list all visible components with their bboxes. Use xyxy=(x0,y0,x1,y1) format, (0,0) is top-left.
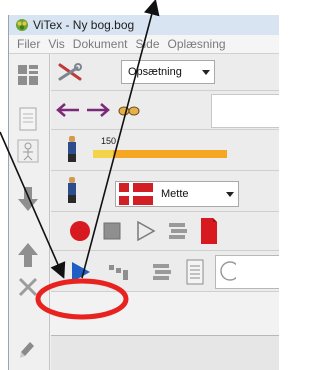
speed-value: 150 xyxy=(101,136,117,146)
move-down-button[interactable] xyxy=(13,184,43,214)
chevron-down-icon xyxy=(202,70,210,75)
close-x-icon xyxy=(18,277,38,297)
move-up-button[interactable] xyxy=(13,240,43,270)
arrow-down-icon xyxy=(18,187,38,211)
step-button[interactable] xyxy=(107,260,135,282)
setup-dropdown[interactable]: Opsætning xyxy=(121,60,215,84)
red-document-button[interactable] xyxy=(199,216,219,246)
menu-vis[interactable]: Vis xyxy=(48,37,64,51)
tools-button[interactable] xyxy=(57,60,83,84)
read-button[interactable] xyxy=(117,100,141,120)
recording-row xyxy=(51,212,279,251)
application-window: ViTex - Ny bog.bog Filer Vis Dokument Si… xyxy=(8,15,279,370)
play-button[interactable] xyxy=(67,259,93,285)
page-icon xyxy=(19,107,37,131)
grid-icon xyxy=(18,65,38,85)
wrench-icon xyxy=(58,63,82,81)
lines-icon xyxy=(169,223,187,239)
person-icon xyxy=(17,139,39,163)
record-button[interactable] xyxy=(69,220,91,242)
glasses-icon xyxy=(118,106,140,116)
window-title: ViTex - Ny bog.bog xyxy=(33,18,135,32)
stop-button[interactable] xyxy=(101,220,123,242)
voice-row: Mette xyxy=(51,171,279,212)
circle-icon xyxy=(220,261,236,281)
search-field[interactable] xyxy=(215,255,279,289)
lines-button[interactable] xyxy=(151,261,173,283)
setup-dropdown-value: Opsætning xyxy=(128,66,182,78)
arrow-up-icon xyxy=(18,243,38,267)
menu-side[interactable]: Side xyxy=(136,37,160,51)
person-frame-button[interactable] xyxy=(13,136,43,166)
app-logo-icon xyxy=(16,19,28,31)
document-button[interactable] xyxy=(185,258,205,286)
speed-row: 150 xyxy=(51,130,279,171)
arrow-left-icon xyxy=(56,103,79,117)
document-area[interactable] xyxy=(51,335,279,370)
reader-button[interactable] xyxy=(65,134,79,164)
next-button[interactable] xyxy=(85,99,111,121)
list-button[interactable] xyxy=(167,220,189,242)
pencil-icon xyxy=(20,342,34,358)
speed-slider[interactable] xyxy=(93,150,227,158)
playback-row xyxy=(51,251,279,292)
record-icon xyxy=(70,221,90,241)
stop-icon xyxy=(103,222,121,240)
navigation-row xyxy=(51,91,279,130)
left-toolbar xyxy=(9,54,50,370)
previous-button[interactable] xyxy=(55,99,81,121)
play-preview-button[interactable] xyxy=(135,219,157,243)
danish-flag-icon xyxy=(119,183,153,205)
page-button[interactable] xyxy=(13,104,43,134)
edit-button[interactable] xyxy=(13,334,43,364)
menu-filer[interactable]: Filer xyxy=(17,37,40,51)
grid-view-button[interactable] xyxy=(13,60,43,90)
person-icon xyxy=(68,136,76,162)
red-document-icon xyxy=(201,218,217,244)
speed-slider-fill xyxy=(93,150,113,158)
lines-icon xyxy=(153,264,171,280)
menu-oplaesning[interactable]: Oplæsning xyxy=(168,37,226,51)
menu-dokument[interactable]: Dokument xyxy=(73,37,128,51)
person-icon xyxy=(68,177,76,203)
menu-bar: Filer Vis Dokument Side Oplæsning xyxy=(9,35,279,54)
voice-dropdown[interactable]: Mette xyxy=(115,181,239,207)
text-field[interactable] xyxy=(211,94,279,128)
arrow-right-icon xyxy=(87,103,110,117)
steps-icon xyxy=(109,265,128,280)
setup-row: Opsætning xyxy=(51,54,279,91)
document-icon xyxy=(186,259,204,285)
voice-dropdown-value: Mette xyxy=(161,188,189,200)
voice-person-button[interactable] xyxy=(65,175,79,205)
title-bar: ViTex - Ny bog.bog xyxy=(9,15,279,35)
play-outline-icon xyxy=(137,220,156,242)
delete-button[interactable] xyxy=(13,272,43,302)
chevron-down-icon xyxy=(226,192,234,197)
play-icon xyxy=(72,262,90,282)
